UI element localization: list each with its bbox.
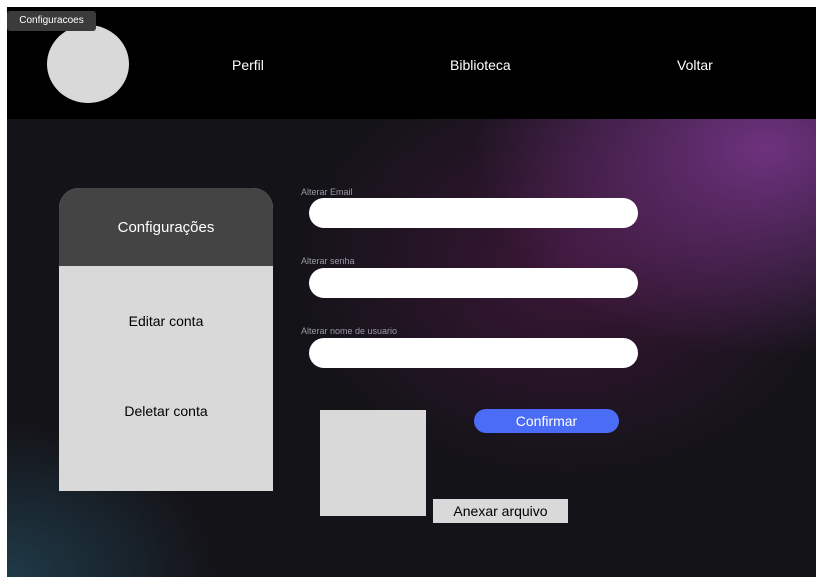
password-field[interactable]: [309, 268, 638, 298]
confirm-button[interactable]: Confirmar: [474, 409, 619, 433]
sidebar-header: Configurações: [59, 188, 273, 266]
username-field[interactable]: [309, 338, 638, 368]
attach-file-button[interactable]: Anexar arquivo: [433, 499, 568, 523]
email-label: Alterar Email: [301, 187, 353, 197]
password-label: Alterar senha: [301, 256, 355, 266]
settings-sidebar: Configurações Editar conta Deletar conta: [59, 188, 273, 491]
email-field[interactable]: [309, 198, 638, 228]
settings-screen: Perfil Biblioteca Voltar Configurações E…: [7, 7, 816, 577]
frame-label: Configuracoes: [7, 11, 96, 31]
nav-perfil-link[interactable]: Perfil: [232, 57, 264, 73]
nav-biblioteca-link[interactable]: Biblioteca: [450, 57, 511, 73]
sidebar-item-deletar-conta[interactable]: Deletar conta: [59, 403, 273, 419]
attachment-preview: [320, 410, 426, 516]
nav-voltar-link[interactable]: Voltar: [677, 57, 713, 73]
username-label: Alterar nome de usuario: [301, 326, 398, 336]
sidebar-item-editar-conta[interactable]: Editar conta: [59, 313, 273, 329]
avatar[interactable]: [47, 25, 129, 103]
top-nav-bar: Perfil Biblioteca Voltar: [7, 7, 816, 119]
